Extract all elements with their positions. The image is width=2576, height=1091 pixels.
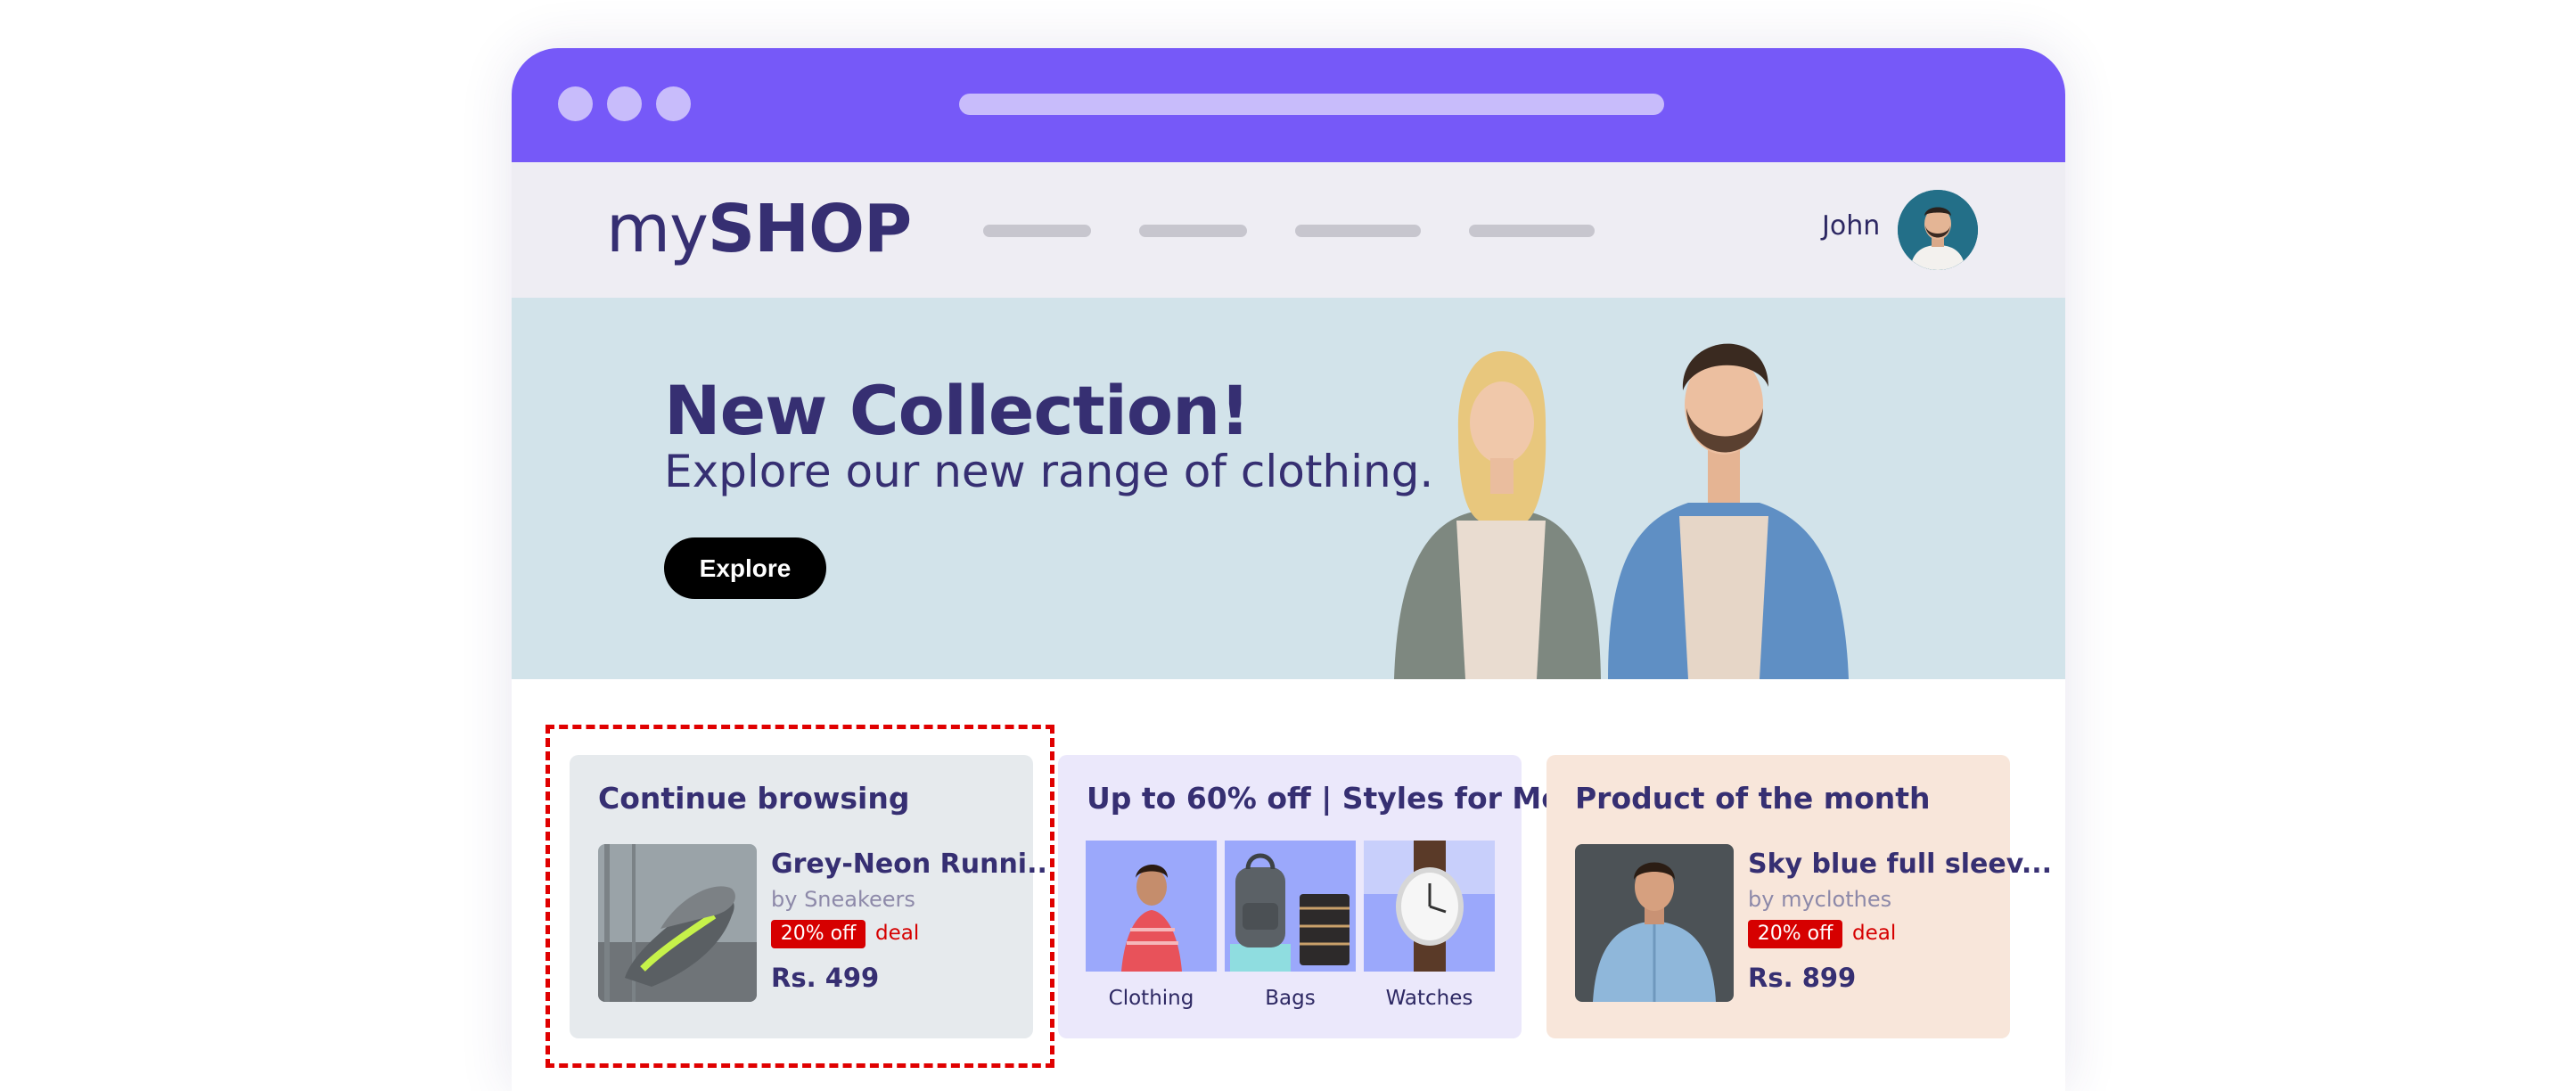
highlight-box (546, 725, 1054, 1068)
clothing-icon (1121, 865, 1182, 972)
category-tile-watches[interactable] (1364, 841, 1495, 972)
logo-light-text: my (606, 191, 709, 267)
window-minimize-dot[interactable] (607, 86, 642, 121)
shirt-model-icon (1575, 844, 1734, 1002)
user-name[interactable]: John (1822, 213, 1880, 240)
mens-styles-card[interactable]: Up to 60% off | Styles for Men Clothing … (1058, 755, 1582, 1038)
nav-link-3[interactable] (1295, 225, 1421, 237)
hero-title: New Collection! (664, 371, 1251, 450)
nav-link-4[interactable] (1469, 225, 1595, 237)
category-tile-bags[interactable] (1225, 841, 1356, 972)
explore-button[interactable]: Explore (664, 537, 826, 599)
nav-link-1[interactable] (983, 225, 1091, 237)
browser-titlebar (512, 48, 2065, 162)
window-maximize-dot[interactable] (656, 86, 691, 121)
window-close-dot[interactable] (558, 86, 593, 121)
category-tile-clothing[interactable] (1086, 841, 1217, 972)
site-logo[interactable]: mySHOP (606, 196, 912, 262)
tile-label-watches[interactable]: Watches (1364, 988, 1495, 1009)
product-price: Rs. 899 (1748, 963, 1857, 993)
logo-bold-text: SHOP (707, 191, 912, 267)
product-of-month-card[interactable]: Product of the month Sky blue full sleev… (1546, 755, 2052, 1038)
card-title: Product of the month (1575, 781, 1931, 816)
nav-link-2[interactable] (1139, 225, 1247, 237)
watch-icon (1364, 841, 1495, 972)
product-name[interactable]: Sky blue full sleev... (1748, 851, 2052, 878)
product-brand: by myclothes (1748, 887, 1892, 912)
address-bar[interactable] (959, 94, 1664, 115)
site-header: mySHOP John (512, 162, 2065, 298)
user-avatar-icon (1898, 190, 1978, 270)
avatar[interactable] (1898, 190, 1978, 270)
couple-photo-icon (1394, 343, 1849, 679)
deal-label: deal (1852, 922, 1897, 945)
tile-label-clothing[interactable]: Clothing (1086, 988, 1217, 1009)
discount-badge: 20% off (1748, 920, 1842, 948)
product-thumbnail[interactable] (1575, 844, 1734, 1002)
hero-subtitle: Explore our new range of clothing. (664, 446, 1434, 497)
hero-banner: New Collection! Explore our new range of… (512, 298, 2065, 679)
bag-icon (1230, 853, 1350, 972)
tile-label-bags[interactable]: Bags (1225, 988, 1356, 1009)
card-title: Up to 60% off | Styles for Men (1087, 781, 1583, 816)
